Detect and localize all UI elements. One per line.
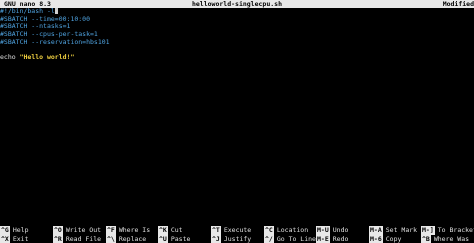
shortcut-paste[interactable]: ^U Paste — [158, 234, 191, 243]
shortcut-bar: ^G Help ^O Write Out ^F Where Is ^K Cut ^T Ex… — [0, 226, 474, 243]
shortcut-undo[interactable]: M-U Undo — [316, 226, 348, 235]
text-cursor — [54, 8, 58, 14]
shortcut-key: ^B — [421, 234, 431, 243]
shortcut-key: ^R — [53, 234, 63, 243]
shortcut-key: M-U — [316, 226, 330, 235]
shortcut-label: Go To Line — [276, 234, 316, 243]
shortcut-key: ^T — [211, 226, 221, 235]
shortcut-help[interactable]: ^G Help — [0, 226, 28, 235]
shortcut-label: Set Mark — [385, 226, 418, 234]
shortcut-go-to-line[interactable]: ^/Go To Line — [264, 234, 316, 243]
shortcut-where-is[interactable]: ^F Where Is — [106, 226, 150, 235]
shortcut-redo[interactable]: M-E Redo — [316, 234, 349, 243]
shortcut-where-was[interactable]: ^B Where Was — [421, 234, 470, 243]
shortcut-label: Location — [276, 226, 309, 234]
shortcut-key: ^G — [0, 226, 10, 235]
shortcut-location[interactable]: ^C Location — [264, 226, 308, 235]
shortcut-copy[interactable]: M-6 Copy — [369, 234, 402, 243]
editor-line[interactable]: #SBATCH --time=00:10:00 — [0, 15, 474, 24]
shortcut-key: ^F — [106, 226, 116, 235]
line-text: #SBATCH --reservation=hbs101 — [0, 37, 110, 46]
shortcut-cut[interactable]: ^K Cut — [158, 226, 183, 235]
shortcut-key: ^C — [264, 226, 274, 235]
shortcut-label: Cut — [170, 226, 183, 234]
shortcut-key: M-E — [316, 234, 330, 243]
shortcut-label: Help — [12, 226, 29, 234]
shortcut-set-mark[interactable]: M-A Set Mark — [369, 226, 417, 235]
shortcut-label: Justify — [223, 234, 252, 243]
shortcut-key: ^K — [158, 226, 168, 235]
shortcut-key: ^U — [158, 234, 168, 243]
editor-area[interactable]: #!/bin/bash -l #SBATCH --time=00:10:00 #… — [0, 7, 474, 62]
file-name: helloworld-singlecpu.sh — [191, 0, 282, 8]
shortcut-label: Write Out — [65, 226, 102, 234]
shortcut-label: Where Is — [118, 226, 151, 234]
shortcut-justify[interactable]: ^J Justify — [211, 234, 252, 243]
shortcut-label: Where Was — [433, 234, 470, 243]
modified-status: Modified — [442, 0, 474, 8]
shortcut-key: M-A — [369, 226, 383, 235]
shortcut-execute[interactable]: ^T Execute — [211, 226, 251, 235]
shortcut-key: ^\ — [106, 234, 116, 243]
shortcut-label: Replace — [118, 234, 147, 243]
shortcut-key: ^J — [211, 234, 221, 243]
shortcut-label: Copy — [385, 234, 402, 243]
shortcut-label: Undo — [332, 226, 349, 234]
editor-line[interactable]: echo "Hello world!" — [0, 53, 474, 62]
shortcut-key: ^X — [0, 234, 10, 243]
shortcut-key: M-] — [421, 226, 435, 235]
shortcut-read-file[interactable]: ^R Read File — [53, 234, 102, 243]
shortcut-label: To Bracket — [437, 226, 474, 234]
shortcut-key: ^O — [53, 226, 63, 235]
shortcut-label: Paste — [170, 234, 191, 243]
shortcut-label: Exit — [12, 234, 29, 243]
shortcut-to-bracket[interactable]: M-] To Bracket — [421, 226, 474, 235]
shortcut-exit[interactable]: ^X Exit — [0, 234, 29, 243]
shortcut-replace[interactable]: ^\ Replace — [106, 234, 147, 243]
shortcut-key: M-6 — [369, 234, 383, 243]
shortcut-write-out[interactable]: ^O Write Out — [53, 226, 101, 235]
string-literal: "Hello world!" — [19, 53, 75, 62]
shortcut-key: ^/ — [264, 234, 274, 243]
shortcut-label: Read File — [65, 234, 102, 243]
title-bar: GNU nano 8.3 helloworld-singlecpu.sh Mod… — [0, 0, 474, 8]
shortcut-label: Redo — [332, 234, 349, 243]
shortcut-label: Execute — [223, 226, 252, 234]
command-text: echo — [0, 53, 20, 62]
editor-line[interactable]: #SBATCH --reservation=hbs101 — [0, 37, 474, 47]
